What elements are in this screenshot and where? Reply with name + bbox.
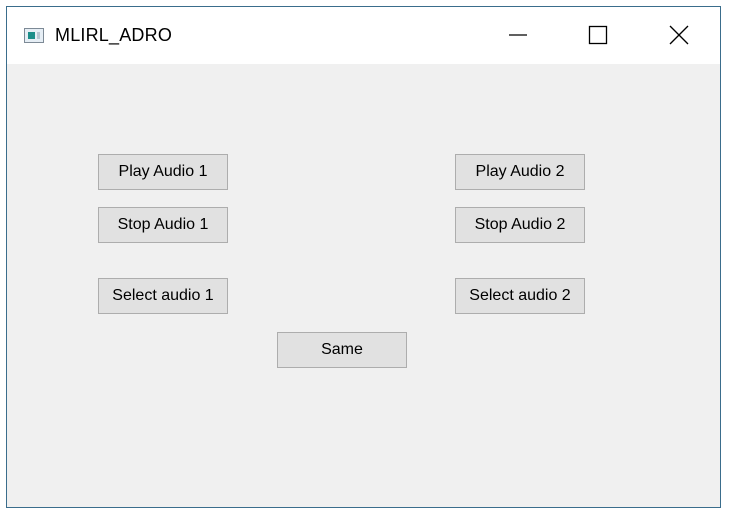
app-icon-pane <box>28 32 35 39</box>
maximize-button[interactable] <box>558 7 638 64</box>
window-title: MLIRL_ADRO <box>55 25 173 45</box>
select-audio-1-button[interactable]: Select audio 1 <box>98 278 228 314</box>
same-button[interactable]: Same <box>277 332 407 368</box>
app-window: MLIRL_ADRO Play Audio 1 Stop Audio 1 Sel… <box>6 6 721 508</box>
close-button[interactable] <box>639 7 719 64</box>
play-audio-1-button[interactable]: Play Audio 1 <box>98 154 228 190</box>
minimize-button[interactable] <box>478 7 558 64</box>
app-icon-pane <box>37 32 40 39</box>
close-icon <box>669 25 689 45</box>
minimize-icon <box>509 34 527 36</box>
stop-audio-2-button[interactable]: Stop Audio 2 <box>455 207 585 243</box>
select-audio-2-button[interactable]: Select audio 2 <box>455 278 585 314</box>
app-window-icon <box>24 28 44 43</box>
title-bar[interactable]: MLIRL_ADRO <box>7 7 720 64</box>
maximize-icon <box>588 25 608 45</box>
stop-audio-1-button[interactable]: Stop Audio 1 <box>98 207 228 243</box>
play-audio-2-button[interactable]: Play Audio 2 <box>455 154 585 190</box>
